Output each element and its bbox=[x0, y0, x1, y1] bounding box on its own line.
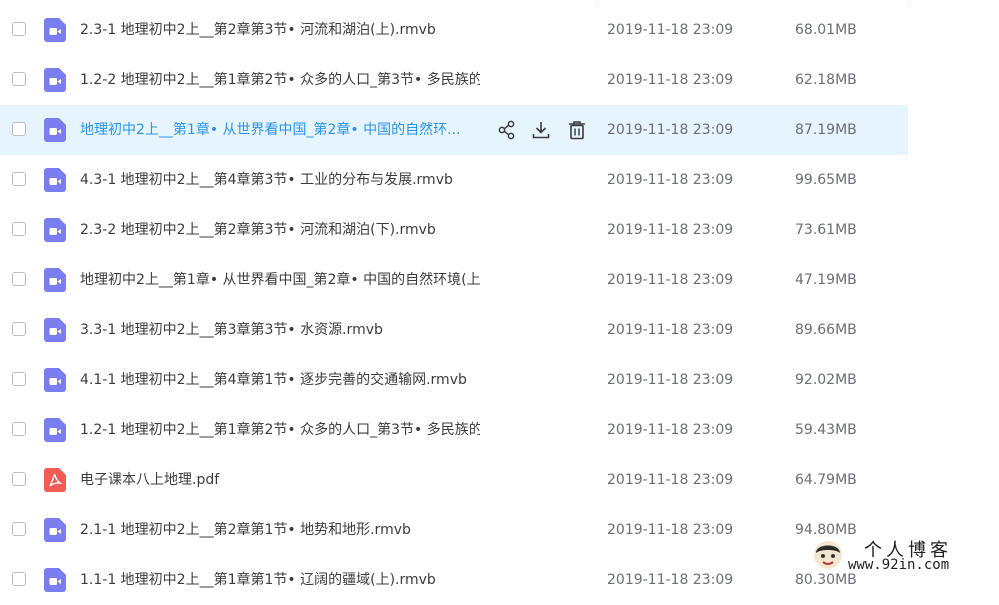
file-name[interactable]: 电子课本八上地理.pdf bbox=[80, 470, 480, 490]
file-date: 2019-11-18 23:09 bbox=[607, 472, 734, 488]
file-list: 2.3-1 地理初中2上__第2章第3节• 河流和湖泊(上).rmvb 2019-… bbox=[0, 0, 999, 592]
row-checkbox[interactable] bbox=[12, 472, 26, 486]
file-name[interactable]: 4.3-1 地理初中2上__第4章第3节• 工业的分布与发展.rmvb bbox=[80, 170, 480, 190]
file-row[interactable]: 4.3-1 地理初中2上__第4章第3节• 工业的分布与发展.rmvb 2019-… bbox=[0, 155, 908, 205]
column-divider bbox=[908, 0, 909, 5]
file-name[interactable]: 4.1-1 地理初中2上__第4章第1节• 逐步完善的交通输网.rmvb bbox=[80, 370, 480, 390]
file-date: 2019-11-18 23:09 bbox=[607, 72, 734, 88]
video-file-icon bbox=[44, 68, 66, 92]
row-checkbox[interactable] bbox=[12, 122, 26, 136]
file-row[interactable]: 2.3-2 地理初中2上__第2章第3节• 河流和湖泊(下).rmvb 2019-… bbox=[0, 205, 908, 255]
file-row[interactable]: 4.1-1 地理初中2上__第4章第1节• 逐步完善的交通输网.rmvb 2019… bbox=[0, 355, 908, 405]
file-size: 59.43MB bbox=[795, 422, 857, 438]
row-checkbox[interactable] bbox=[12, 272, 26, 286]
row-checkbox[interactable] bbox=[12, 22, 26, 36]
file-row[interactable]: 1.1-1 地理初中2上__第1章第1节• 辽阔的疆域(上).rmvb 2019-… bbox=[0, 555, 908, 605]
file-row[interactable]: 1.2-2 地理初中2上__第1章第2节• 众多的人口_第3节• 多民族的家庭(… bbox=[0, 55, 908, 105]
file-size: 73.61MB bbox=[795, 222, 857, 238]
file-date: 2019-11-18 23:09 bbox=[607, 372, 734, 388]
file-size: 62.18MB bbox=[795, 72, 857, 88]
watermark: 个人博客 www.92in.com bbox=[806, 533, 999, 577]
video-file-icon bbox=[44, 418, 66, 442]
file-name[interactable]: 2.3-1 地理初中2上__第2章第3节• 河流和湖泊(上).rmvb bbox=[80, 20, 480, 40]
file-date: 2019-11-18 23:09 bbox=[607, 172, 734, 188]
file-date: 2019-11-18 23:09 bbox=[607, 572, 734, 588]
row-checkbox[interactable] bbox=[12, 372, 26, 386]
avatar-icon bbox=[812, 539, 844, 571]
file-date: 2019-11-18 23:09 bbox=[607, 222, 734, 238]
video-file-icon bbox=[44, 368, 66, 392]
video-file-icon bbox=[44, 18, 66, 42]
row-checkbox[interactable] bbox=[12, 172, 26, 186]
file-name[interactable]: 1.2-1 地理初中2上__第1章第2节• 众多的人口_第3节• 多民族的家庭(… bbox=[80, 420, 480, 440]
file-date: 2019-11-18 23:09 bbox=[607, 272, 734, 288]
file-row[interactable]: 电子课本八上地理.pdf 2019-11-18 23:09 64.79MB bbox=[0, 455, 908, 505]
file-name[interactable]: 1.2-2 地理初中2上__第1章第2节• 众多的人口_第3节• 多民族的家庭(… bbox=[80, 70, 480, 90]
video-file-icon bbox=[44, 218, 66, 242]
file-date: 2019-11-18 23:09 bbox=[607, 122, 734, 138]
row-checkbox[interactable] bbox=[12, 222, 26, 236]
file-name[interactable]: 3.3-1 地理初中2上__第3章第3节• 水资源.rmvb bbox=[80, 320, 480, 340]
video-file-icon bbox=[44, 518, 66, 542]
file-date: 2019-11-18 23:09 bbox=[607, 322, 734, 338]
file-name[interactable]: 2.3-2 地理初中2上__第2章第3节• 河流和湖泊(下).rmvb bbox=[80, 220, 480, 240]
file-size: 99.65MB bbox=[795, 172, 857, 188]
file-name[interactable]: 1.1-1 地理初中2上__第1章第1节• 辽阔的疆域(上).rmvb bbox=[80, 570, 480, 590]
download-icon[interactable] bbox=[530, 119, 552, 141]
file-row[interactable]: 地理初中2上__第1章• 从世界看中国_第2章• 中国的自然环境(上)上.rmv… bbox=[0, 255, 908, 305]
file-name[interactable]: 地理初中2上__第1章• 从世界看中国_第2章• 中国的自然环境(上)上.rmv… bbox=[80, 270, 480, 290]
video-file-icon bbox=[44, 568, 66, 592]
file-name[interactable]: 地理初中2上__第1章• 从世界看中国_第2章• 中国的自然环... bbox=[80, 120, 480, 140]
row-checkbox[interactable] bbox=[12, 572, 26, 586]
file-size: 87.19MB bbox=[795, 122, 857, 138]
video-file-icon bbox=[44, 268, 66, 292]
video-file-icon bbox=[44, 118, 66, 142]
file-row[interactable]: 2.1-1 地理初中2上__第2章第1节• 地势和地形.rmvb 2019-11-… bbox=[0, 505, 908, 555]
row-checkbox[interactable] bbox=[12, 422, 26, 436]
file-row[interactable]: 地理初中2上__第1章• 从世界看中国_第2章• 中国的自然环... 2019-1… bbox=[0, 105, 908, 155]
file-date: 2019-11-18 23:09 bbox=[607, 422, 734, 438]
video-file-icon bbox=[44, 168, 66, 192]
file-size: 92.02MB bbox=[795, 372, 857, 388]
file-row[interactable]: 2.3-1 地理初中2上__第2章第3节• 河流和湖泊(上).rmvb 2019-… bbox=[0, 5, 908, 55]
row-checkbox[interactable] bbox=[12, 522, 26, 536]
file-row[interactable]: 1.2-1 地理初中2上__第1章第2节• 众多的人口_第3节• 多民族的家庭(… bbox=[0, 405, 908, 455]
file-size: 89.66MB bbox=[795, 322, 857, 338]
delete-icon[interactable] bbox=[566, 119, 588, 141]
pdf-file-icon bbox=[44, 468, 66, 492]
row-checkbox[interactable] bbox=[12, 322, 26, 336]
file-date: 2019-11-18 23:09 bbox=[607, 522, 734, 538]
file-size: 47.19MB bbox=[795, 272, 857, 288]
row-checkbox[interactable] bbox=[12, 72, 26, 86]
file-row[interactable]: 3.3-1 地理初中2上__第3章第3节• 水资源.rmvb 2019-11-18… bbox=[0, 305, 908, 355]
share-icon[interactable] bbox=[496, 119, 518, 141]
file-size: 68.01MB bbox=[795, 22, 857, 38]
file-name[interactable]: 2.1-1 地理初中2上__第2章第1节• 地势和地形.rmvb bbox=[80, 520, 480, 540]
video-file-icon bbox=[44, 318, 66, 342]
file-date: 2019-11-18 23:09 bbox=[607, 22, 734, 38]
file-size: 64.79MB bbox=[795, 472, 857, 488]
watermark-url: www.92in.com bbox=[848, 557, 950, 573]
